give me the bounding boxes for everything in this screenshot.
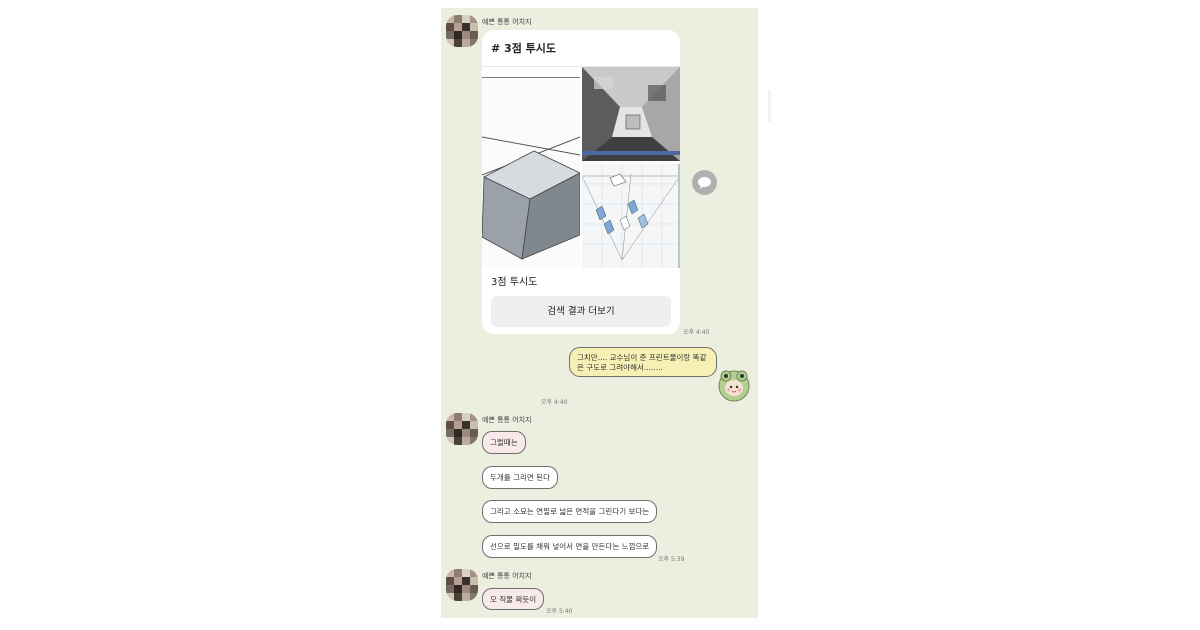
card-image-render[interactable]: [582, 67, 680, 161]
frog-sticker-avatar[interactable]: [717, 368, 751, 402]
contact-avatar[interactable]: [446, 15, 478, 47]
message-bubble[interactable]: 선으로 밀도를 채워 넣어서 면을 만든다는 느낌으로: [482, 535, 658, 558]
card-title: # 3점 투시도: [491, 42, 557, 55]
message-time: 오후 5:40: [546, 608, 573, 615]
search-result-card[interactable]: # 3점 투시도 3점 투시도 검색 결과 더보기: [482, 30, 680, 334]
card-image-cube[interactable]: [482, 77, 580, 266]
message-bubble[interactable]: 그럴때는: [482, 431, 526, 454]
message-bubble[interactable]: 오 직물 짜듯이: [482, 588, 545, 610]
contact-avatar[interactable]: [446, 569, 478, 601]
share-bubble-icon[interactable]: [692, 170, 717, 195]
message-time: 오후 4:40: [541, 399, 568, 406]
sender-name: 예쁜 통통 어치지: [482, 416, 532, 424]
sender-name: 예쁜 통통 어치지: [482, 18, 532, 26]
message-bubble[interactable]: 그리고 소묘는 연필로 넓은 면적을 그린다기 보다는: [482, 500, 658, 523]
my-message-bubble[interactable]: 그치만.... 교수님이 준 프린트물이랑 똑같은 구도로 그려야해서.....…: [569, 347, 717, 377]
card-caption: 3점 투시도: [491, 277, 538, 288]
contact-avatar[interactable]: [446, 413, 478, 445]
chat-window: 예쁜 통통 어치지 # 3점 투시도 3점 투시도 검색 결과 더보기 오후 4…: [441, 8, 758, 618]
message-bubble[interactable]: 두개를 그리면 된다: [482, 466, 558, 489]
message-time: 오후 5:39: [658, 556, 685, 563]
scrollbar-thumb[interactable]: [768, 90, 771, 122]
more-results-button[interactable]: 검색 결과 더보기: [491, 296, 671, 327]
message-time: 오후 4:40: [683, 329, 710, 336]
card-image-diagram[interactable]: [582, 164, 680, 268]
sender-name: 예쁜 통통 어치지: [482, 572, 532, 580]
